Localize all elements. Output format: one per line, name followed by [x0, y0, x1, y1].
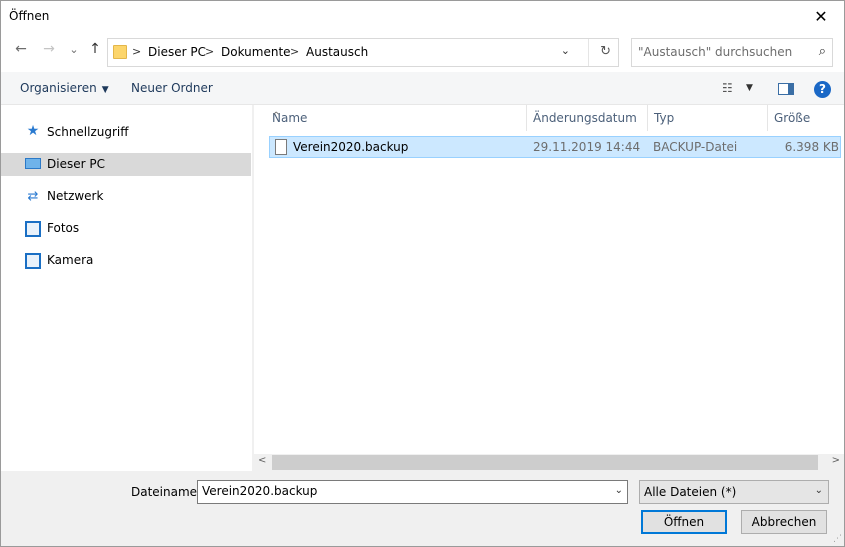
horizontal-scrollbar[interactable]: < > [254, 454, 844, 471]
command-bar: Organisieren ▼ Neuer Ordner ☷ ▼ ? [1, 72, 844, 105]
breadcrumb-dokumente[interactable]: Dokumente [221, 45, 291, 59]
sidebar-item-label: Fotos [47, 221, 80, 235]
open-file-dialog: Öffnen ✕ ← → ⌄ ↑ > Dieser PC > Dokumente… [0, 0, 845, 547]
title-bar: Öffnen ✕ [1, 1, 844, 32]
sidebar-item-label: Kamera [47, 253, 94, 267]
filename-label: Dateiname: [131, 485, 202, 499]
search-input[interactable] [638, 45, 803, 59]
chevron-down-icon[interactable]: ⌄ [615, 485, 623, 496]
breadcrumb-separator-icon[interactable]: > [132, 45, 141, 58]
dialog-title: Öffnen [9, 9, 50, 23]
sidebar-item-netzwerk[interactable]: ⇄ Netzwerk [1, 185, 251, 208]
file-name: Verein2020.backup [293, 140, 409, 154]
column-header-type[interactable]: Typ [647, 105, 767, 131]
address-divider [588, 39, 589, 66]
refresh-icon[interactable]: ↻ [600, 44, 611, 59]
column-header-size[interactable]: Größe [767, 105, 842, 131]
chevron-down-icon: ⌄ [814, 485, 823, 496]
breadcrumb-dieser-pc[interactable]: Dieser PC [148, 45, 206, 59]
scroll-left-icon[interactable]: < [258, 455, 266, 466]
filetype-value: Alle Dateien (*) [644, 485, 737, 499]
sidebar-item-fotos[interactable]: Fotos [1, 217, 251, 240]
column-header-size-label: Größe [774, 111, 811, 125]
star-icon: ★ [26, 123, 40, 139]
up-arrow-icon[interactable]: ↑ [85, 41, 105, 57]
cancel-button[interactable]: Abbrechen [741, 510, 827, 534]
sidebar-item-label: Dieser PC [47, 157, 105, 171]
sidebar-item-label: Schnellzugriff [47, 125, 129, 139]
file-type: BACKUP-Datei [653, 140, 738, 154]
computer-icon [25, 158, 41, 169]
address-dropdown-icon[interactable]: ⌄ [561, 44, 570, 57]
sidebar-item-schnellzugriff[interactable]: ★ Schnellzugriff [1, 121, 251, 144]
recent-locations-icon[interactable]: ⌄ [64, 43, 84, 56]
search-icon[interactable]: ⌕ [819, 44, 826, 59]
help-icon[interactable]: ? [814, 81, 831, 98]
organize-button[interactable]: Organisieren ▼ [20, 81, 109, 95]
view-options-icon[interactable]: ☷ [722, 81, 733, 95]
close-icon[interactable]: ✕ [798, 1, 844, 32]
scrollbar-thumb[interactable] [272, 455, 818, 470]
sort-ascending-icon: ^ [272, 111, 281, 122]
back-arrow-icon[interactable]: ← [11, 41, 31, 57]
navigation-pane: ★ Schnellzugriff Dieser PC ⇄ Netzwerk Fo… [1, 105, 253, 471]
file-date: 29.11.2019 14:44 [533, 140, 641, 154]
filename-combobox[interactable]: ⌄ [197, 480, 628, 504]
view-options-chevron-icon[interactable]: ▼ [746, 83, 753, 93]
open-button[interactable]: Öffnen [641, 510, 727, 534]
file-size: 6.398 KB [784, 140, 839, 154]
network-icon: ⇄ [27, 189, 39, 204]
column-header-date-label: Änderungsdatum [533, 111, 637, 125]
navigation-bar: ← → ⌄ ↑ > Dieser PC > Dokumente > Austau… [1, 32, 844, 72]
forward-arrow-icon[interactable]: → [39, 41, 59, 57]
sidebar-item-kamera[interactable]: Kamera [1, 249, 251, 272]
folder-icon [113, 45, 127, 59]
new-folder-button[interactable]: Neuer Ordner [131, 81, 213, 95]
filename-input[interactable] [202, 484, 602, 498]
breadcrumb-separator-icon[interactable]: > [290, 45, 299, 58]
column-header-type-label: Typ [654, 111, 675, 125]
preview-pane-icon[interactable] [778, 83, 794, 95]
column-header-date[interactable]: Änderungsdatum [526, 105, 647, 131]
file-icon [275, 139, 287, 155]
table-row[interactable]: Verein2020.backup 29.11.2019 14:44 BACKU… [269, 136, 841, 158]
search-box[interactable]: ⌕ [631, 38, 833, 67]
sidebar-item-label: Netzwerk [47, 189, 104, 203]
chevron-down-icon: ▼ [101, 85, 109, 95]
address-bar[interactable]: > Dieser PC > Dokumente > Austausch ⌄ ↻ [107, 38, 619, 67]
column-header-name[interactable]: Name ^ [266, 105, 526, 131]
camera-icon [25, 253, 41, 269]
breadcrumb-austausch[interactable]: Austausch [306, 45, 368, 59]
photos-icon [25, 221, 41, 237]
breadcrumb-separator-icon[interactable]: > [205, 45, 214, 58]
file-list: Name ^ Änderungsdatum Typ Größe Verein20… [254, 105, 844, 471]
sidebar-item-dieser-pc[interactable]: Dieser PC [1, 153, 251, 176]
filetype-select[interactable]: Alle Dateien (*) ⌄ [639, 480, 829, 504]
scroll-right-icon[interactable]: > [832, 455, 840, 466]
organize-label: Organisieren [20, 81, 97, 95]
resize-grip-icon[interactable]: ⋰ [833, 534, 842, 544]
dialog-footer: Dateiname: ⌄ Alle Dateien (*) ⌄ Öffnen A… [1, 471, 844, 546]
